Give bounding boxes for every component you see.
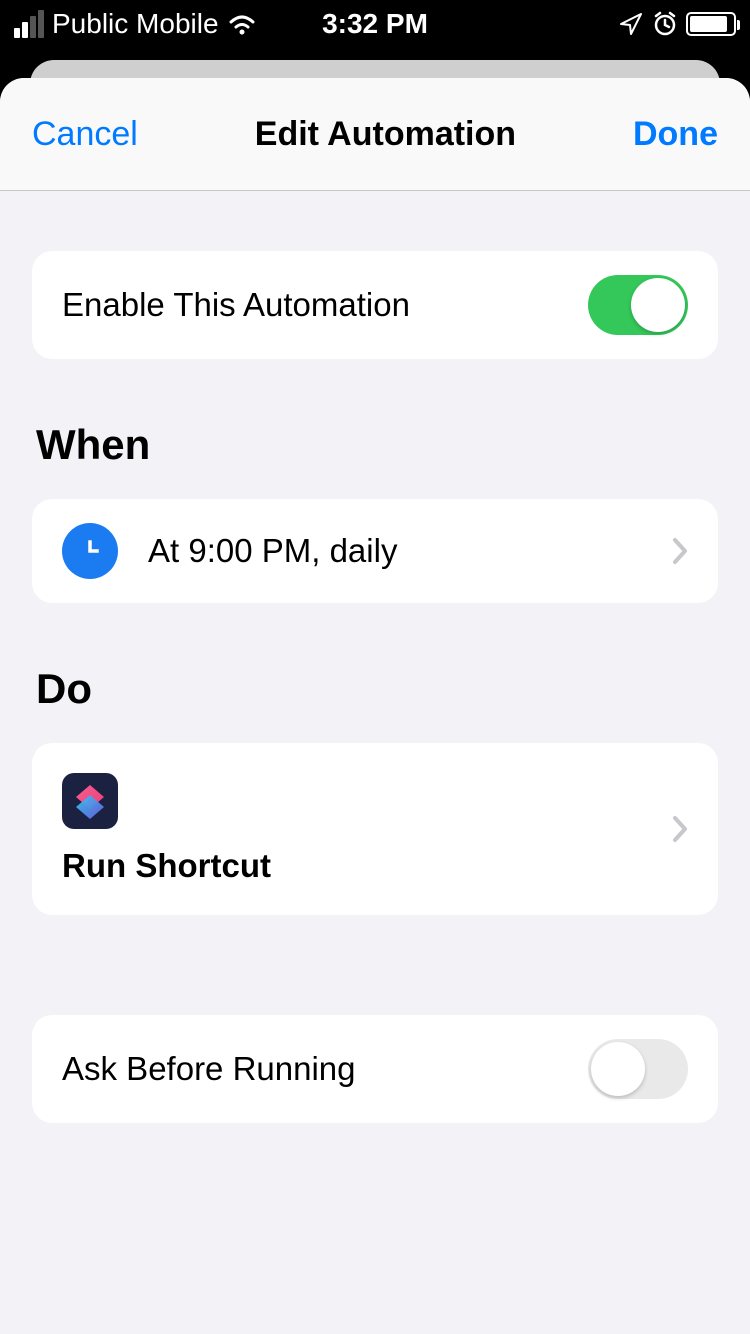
do-header: Do (36, 665, 718, 713)
nav-bar: Cancel Edit Automation Done (0, 78, 750, 191)
location-icon (618, 11, 644, 37)
cancel-button[interactable]: Cancel (32, 115, 138, 154)
enable-label: Enable This Automation (62, 286, 410, 324)
enable-card: Enable This Automation (32, 251, 718, 359)
ask-toggle[interactable] (588, 1039, 688, 1099)
do-row[interactable]: Run Shortcut (32, 743, 718, 915)
status-right (618, 11, 736, 37)
do-text: Run Shortcut (62, 847, 271, 885)
carrier-label: Public Mobile (52, 8, 219, 40)
wifi-icon (227, 13, 257, 35)
signal-bars-icon (14, 10, 44, 38)
do-card: Run Shortcut (32, 743, 718, 915)
status-bar: Public Mobile 3:32 PM (0, 0, 750, 48)
when-text: At 9:00 PM, daily (148, 532, 397, 570)
when-row[interactable]: At 9:00 PM, daily (32, 499, 718, 603)
chevron-right-icon (672, 815, 688, 843)
ask-row: Ask Before Running (32, 1015, 718, 1123)
when-card: At 9:00 PM, daily (32, 499, 718, 603)
ask-card: Ask Before Running (32, 1015, 718, 1123)
content: Enable This Automation When At 9:00 PM, … (0, 251, 750, 1123)
enable-row: Enable This Automation (32, 251, 718, 359)
done-button[interactable]: Done (633, 115, 718, 154)
modal-sheet: Cancel Edit Automation Done Enable This … (0, 78, 750, 1334)
alarm-icon (652, 11, 678, 37)
enable-toggle[interactable] (588, 275, 688, 335)
when-header: When (36, 421, 718, 469)
status-left: Public Mobile (14, 8, 257, 40)
page-title: Edit Automation (255, 115, 516, 154)
chevron-right-icon (672, 537, 688, 565)
clock-icon (62, 523, 118, 579)
shortcuts-app-icon (62, 773, 118, 829)
ask-label: Ask Before Running (62, 1050, 356, 1088)
battery-icon (686, 12, 736, 36)
